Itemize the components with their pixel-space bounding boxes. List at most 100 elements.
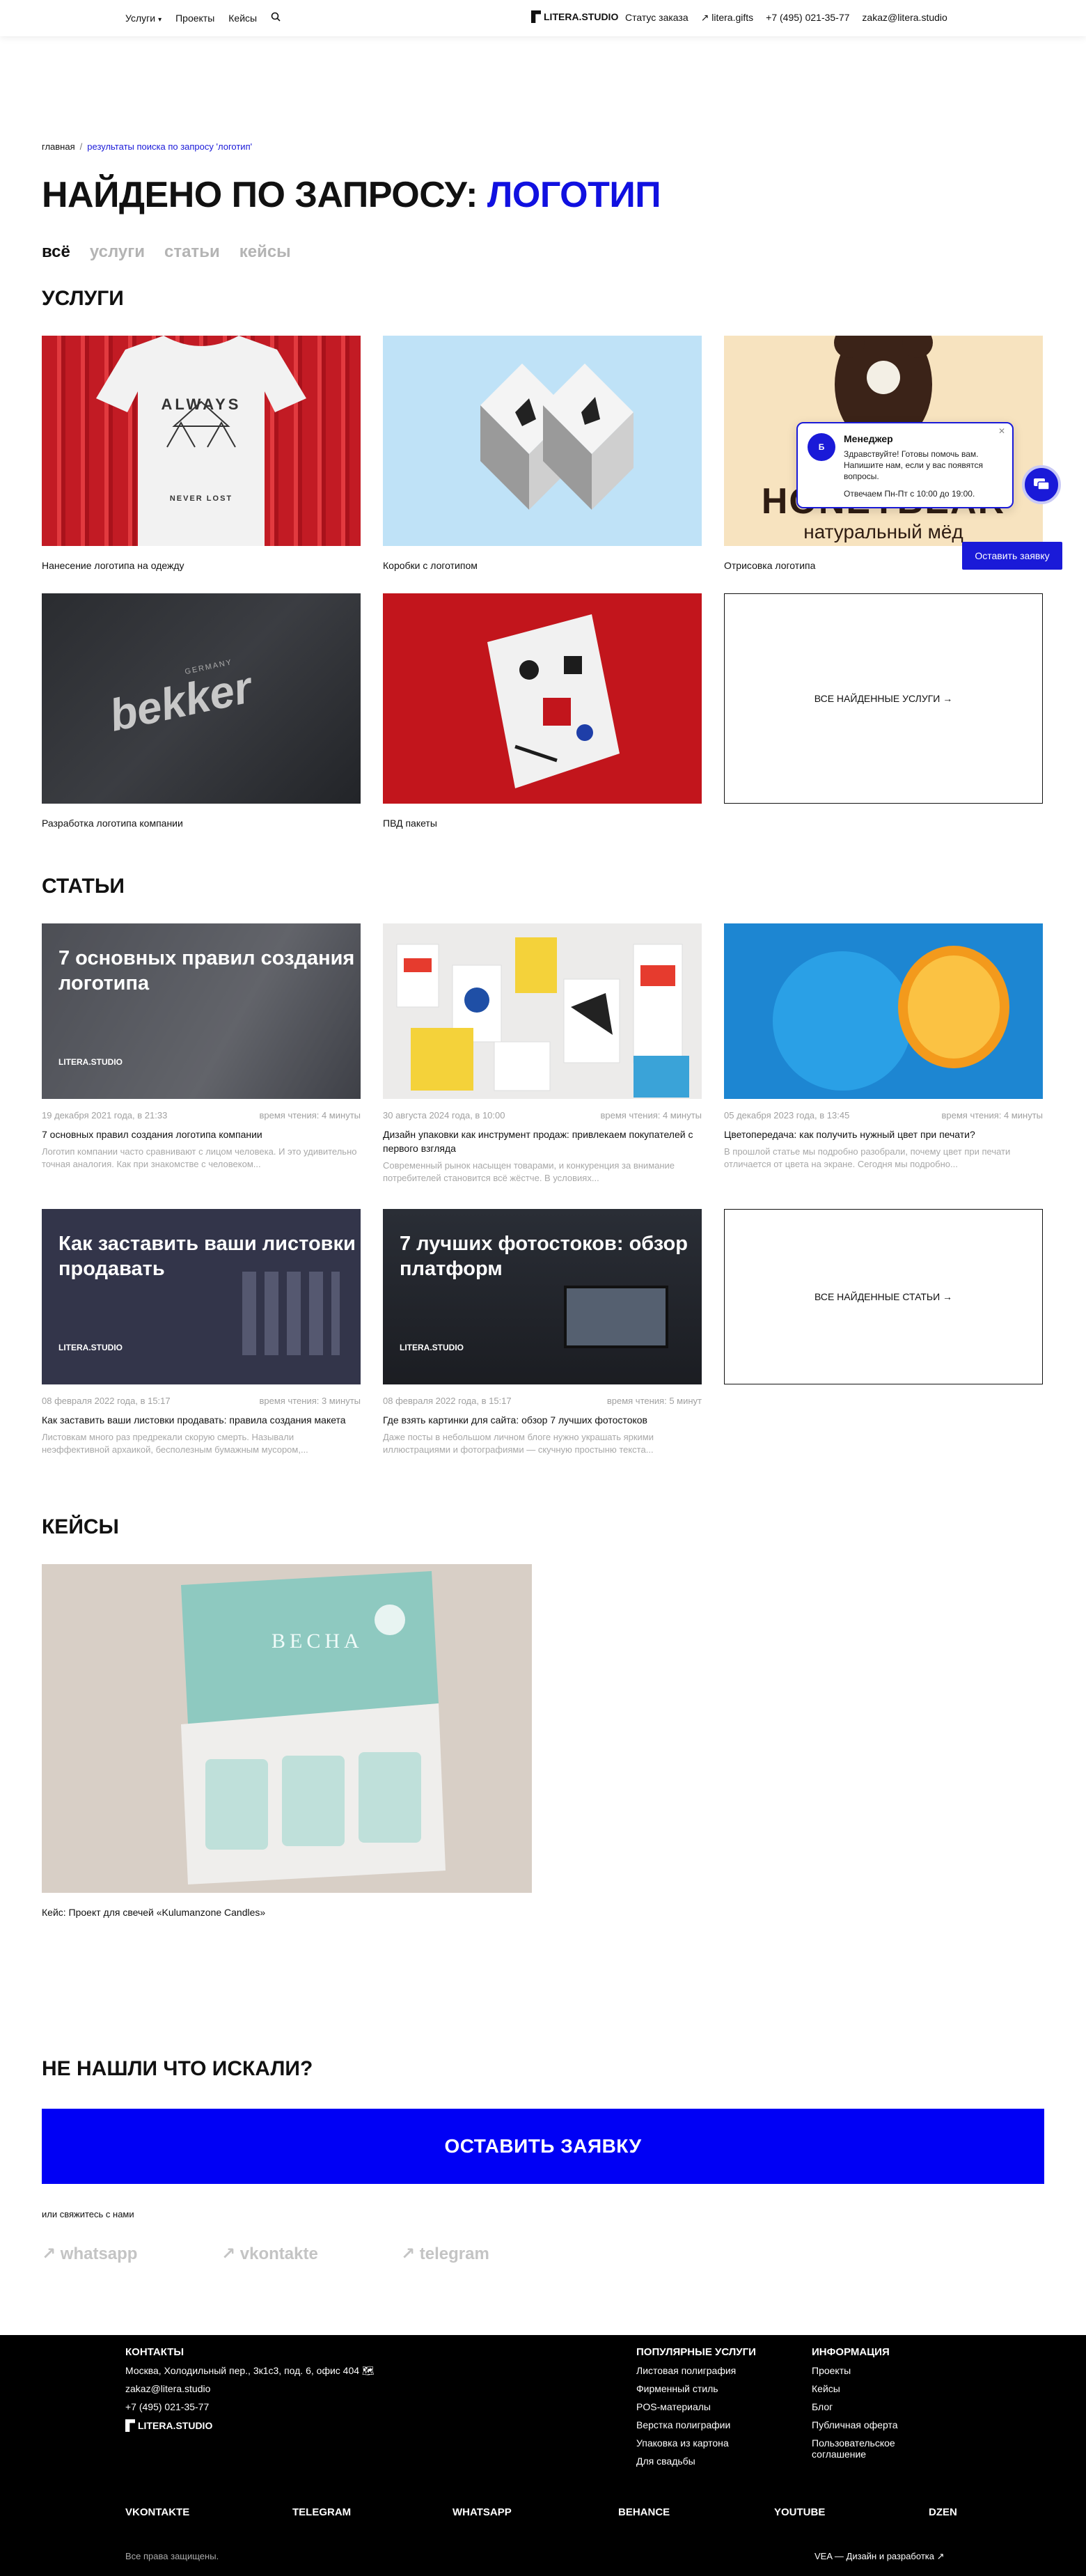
footer-phone[interactable]: +7 (495) 021-35-77 bbox=[125, 2401, 375, 2412]
case-image-text: ВЕСНА bbox=[272, 1630, 363, 1653]
service-image: bekker GERMANY bbox=[42, 593, 361, 804]
footer-logo-text: LITERA.STUDIO bbox=[138, 2420, 213, 2431]
footer-info: ИНФОРМАЦИЯ Проекты Кейсы Блог Публичная … bbox=[812, 2346, 951, 2460]
page-title-prefix: НАЙДЕНО ПО ЗАПРОСУ: bbox=[42, 175, 478, 215]
footer-info-item[interactable]: Кейсы bbox=[812, 2383, 951, 2394]
article-read-time: время чтения: 3 минуты bbox=[259, 1396, 361, 1406]
close-icon[interactable]: ✕ bbox=[998, 426, 1005, 436]
footer-popular-item[interactable]: POS-материалы bbox=[636, 2401, 756, 2412]
cases-heading: КЕЙСЫ bbox=[42, 1515, 119, 1538]
honey-logo-subtext: натуральный мёд bbox=[803, 521, 963, 542]
footer-popular: ПОПУЛЯРНЫЕ УСЛУГИ Листовая полиграфия Фи… bbox=[636, 2346, 756, 2467]
chat-hours: Отвечаем Пн-Пт с 10:00 до 19:00. bbox=[844, 489, 975, 499]
logo-mark-icon bbox=[125, 2419, 135, 2432]
tab-services[interactable]: услуги bbox=[90, 242, 145, 262]
article-overlay-title: 7 основных правил создания логотипа bbox=[58, 947, 355, 994]
footer-email[interactable]: zakaz@litera.studio bbox=[125, 2383, 375, 2394]
article-read-time: время чтения: 4 минуты bbox=[600, 1110, 702, 1121]
article-card[interactable]: 05 декабря 2023 года, в 13:45 время чтени… bbox=[724, 923, 1043, 1171]
shirt-print-text: ALWAYS bbox=[161, 396, 242, 413]
article-image: 7 основных правил создания логотипа LITE… bbox=[42, 923, 361, 1099]
article-image: 7 лучших фотостоков: обзор платформ LITE… bbox=[383, 1209, 702, 1384]
site-header: Услуги ▾ Проекты Кейсы LITERA.STUDIO Стат… bbox=[0, 0, 1086, 36]
nav-gifts-link[interactable]: ↗ litera.gifts bbox=[701, 12, 754, 24]
footer-logo[interactable]: LITERA.STUDIO bbox=[125, 2419, 375, 2432]
chevron-down-icon: ▾ bbox=[158, 15, 162, 24]
footer-social-dzen[interactable]: DZEN bbox=[929, 2506, 957, 2518]
footer-popular-heading: ПОПУЛЯРНЫЕ УСЛУГИ bbox=[636, 2346, 756, 2358]
footer-info-item[interactable]: Пользовательское соглашение bbox=[812, 2437, 951, 2460]
article-overlay-logo: LITERA.STUDIO bbox=[58, 1343, 123, 1352]
chat-toggle-button[interactable] bbox=[1022, 465, 1061, 504]
footer-social-youtube[interactable]: YOUTUBE bbox=[774, 2506, 825, 2518]
article-title: Где взять картинки для сайта: обзор 7 лу… bbox=[383, 1414, 647, 1426]
case-card[interactable]: ВЕСНА Кейс: Проект для свечей «Kulumanzo… bbox=[42, 1564, 532, 1918]
footer-social-behance[interactable]: BEHANCE bbox=[618, 2506, 670, 2518]
submit-request-button[interactable]: ОСТАВИТЬ ЗАЯВКУ bbox=[42, 2109, 1044, 2184]
site-logo[interactable]: LITERA.STUDIO bbox=[531, 10, 618, 23]
logo-mark-icon bbox=[531, 10, 541, 23]
article-date: 19 декабря 2021 года, в 21:33 bbox=[42, 1110, 168, 1121]
breadcrumb-current: результаты поиска по запросу 'логотип' bbox=[87, 141, 253, 152]
footer-address[interactable]: Москва, Холодильный пер., 3к1с3, под. 6,… bbox=[125, 2365, 375, 2376]
articles-heading: СТАТЬИ bbox=[42, 875, 125, 898]
footer-popular-item[interactable]: Фирменный стиль bbox=[636, 2383, 756, 2394]
footer-popular-item[interactable]: Упаковка из картона bbox=[636, 2437, 756, 2449]
nav-services[interactable]: Услуги ▾ bbox=[125, 13, 162, 24]
article-card[interactable]: 30 августа 2024 года, в 10:00 время чтени… bbox=[383, 923, 702, 1185]
nav-phone[interactable]: +7 (495) 021-35-77 bbox=[766, 12, 849, 24]
vkontakte-link[interactable]: ↗ vkontakte bbox=[221, 2244, 318, 2264]
leave-request-button[interactable]: Оставить заявку bbox=[962, 542, 1062, 570]
chat-manager-name: Менеджер bbox=[844, 433, 893, 444]
article-overlay-title: Как заставить ваши листовки продавать bbox=[58, 1233, 356, 1280]
article-read-time: время чтения: 4 минуты bbox=[259, 1110, 361, 1121]
service-card[interactable]: Коробки с логотипом bbox=[383, 336, 702, 571]
nav-cases[interactable]: Кейсы bbox=[228, 13, 257, 24]
chat-popup: Ƃ ✕ Менеджер Здравствуйте! Готовы помочь… bbox=[796, 422, 1014, 508]
tab-articles[interactable]: статьи bbox=[164, 242, 220, 262]
footer-info-item[interactable]: Проекты bbox=[812, 2365, 951, 2376]
service-card[interactable]: bekker GERMANY Разработка логотипа компа… bbox=[42, 593, 361, 829]
service-card[interactable]: ПВД пакеты bbox=[383, 593, 702, 829]
all-services-link[interactable]: ВСЕ НАЙДЕННЫЕ УСЛУГИ → bbox=[724, 593, 1043, 804]
all-articles-link[interactable]: ВСЕ НАЙДЕННЫЕ СТАТЬИ → bbox=[724, 1209, 1043, 1384]
nav-order-status[interactable]: Статус заказа bbox=[625, 12, 688, 24]
article-title: Как заставить ваши листовки продавать: п… bbox=[42, 1414, 346, 1426]
nav-email[interactable]: zakaz@litera.studio bbox=[862, 12, 947, 24]
footer-social-whatsapp[interactable]: WHATSAPP bbox=[452, 2506, 512, 2518]
service-card[interactable]: ALWAYS NEVER LOST Нанесение логотипа на … bbox=[42, 336, 361, 571]
footer-info-item[interactable]: Публичная оферта bbox=[812, 2419, 951, 2430]
service-title: Коробки с логотипом bbox=[383, 560, 478, 571]
nav-services-label: Услуги bbox=[125, 12, 156, 24]
footer-popular-item[interactable]: Листовая полиграфия bbox=[636, 2365, 756, 2376]
whatsapp-link[interactable]: ↗ whatsapp bbox=[42, 2244, 137, 2264]
footer-social-telegram[interactable]: TELEGRAM bbox=[292, 2506, 351, 2518]
footer-social-vkontakte[interactable]: VKONTAKTE bbox=[125, 2506, 189, 2518]
search-icon[interactable] bbox=[271, 12, 281, 24]
article-title: Дизайн упаковки как инструмент продаж: п… bbox=[383, 1129, 693, 1154]
footer-popular-item[interactable]: Верстка полиграфии bbox=[636, 2419, 756, 2430]
breadcrumb-home[interactable]: главная bbox=[42, 141, 75, 152]
footer-developer-link[interactable]: VEA — Дизайн и разработка ↗ bbox=[814, 2551, 945, 2562]
article-image bbox=[383, 923, 702, 1099]
article-image bbox=[724, 923, 1043, 1099]
article-card[interactable]: Как заставить ваши листовки продавать LI… bbox=[42, 1209, 361, 1456]
article-card[interactable]: 7 основных правил создания логотипа LITE… bbox=[42, 923, 361, 1171]
site-footer: КОНТАКТЫ Москва, Холодильный пер., 3к1с3… bbox=[0, 2335, 1086, 2576]
not-found-heading: НЕ НАШЛИ ЧТО ИСКАЛИ? bbox=[42, 2057, 313, 2080]
map-icon: 🗺 bbox=[361, 2365, 375, 2376]
footer-popular-item[interactable]: Для свадьбы bbox=[636, 2456, 756, 2467]
header-nav-left: Услуги ▾ Проекты Кейсы bbox=[125, 12, 281, 24]
footer-rights: Все права защищены. bbox=[125, 2551, 219, 2561]
article-image: Как заставить ваши листовки продавать LI… bbox=[42, 1209, 361, 1384]
article-excerpt: В прошлой статье мы подробно разобрали, … bbox=[724, 1146, 1011, 1169]
breadcrumb-separator: / bbox=[79, 141, 83, 152]
footer-contacts: КОНТАКТЫ Москва, Холодильный пер., 3к1с3… bbox=[125, 2346, 375, 2432]
service-title: Нанесение логотипа на одежду bbox=[42, 560, 184, 571]
footer-info-item[interactable]: Блог bbox=[812, 2401, 951, 2412]
tab-all[interactable]: всё bbox=[42, 242, 70, 262]
nav-projects[interactable]: Проекты bbox=[175, 13, 214, 24]
telegram-link[interactable]: ↗ telegram bbox=[401, 2244, 489, 2264]
article-card[interactable]: 7 лучших фотостоков: обзор платформ LITE… bbox=[383, 1209, 702, 1456]
tab-cases[interactable]: кейсы bbox=[239, 242, 291, 262]
